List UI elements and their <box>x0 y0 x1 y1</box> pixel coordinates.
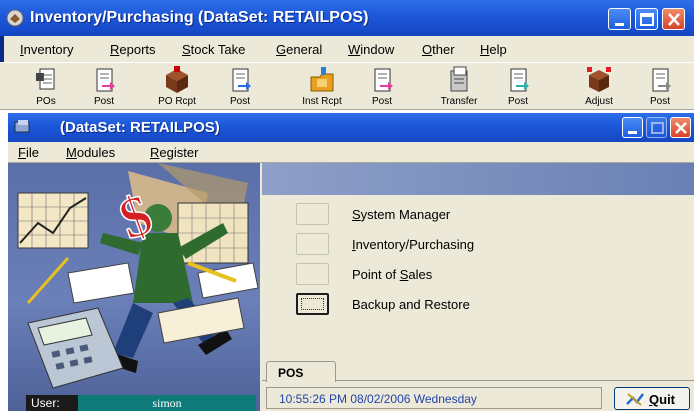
folder-receipt-icon <box>310 67 334 92</box>
status-bar: 10:55:26 PM 08/02/2006 Wednesday Quit <box>262 385 694 411</box>
transfer-icon <box>450 66 468 92</box>
inst-rcpt-button-label: Inst Rcpt <box>302 96 342 107</box>
post-button-3-label: Post <box>371 96 392 107</box>
datetime-display: 10:55:26 PM 08/02/2006 Wednesday <box>266 387 602 409</box>
inner-minimize-button[interactable] <box>622 117 643 138</box>
minimize-button[interactable] <box>608 8 631 30</box>
post-button-3[interactable]: Post <box>360 65 404 109</box>
po-rcpt-button[interactable]: PO Rcpt <box>150 65 204 109</box>
menu-window[interactable]: Window <box>348 42 394 57</box>
outer-window-title: Inventory/Purchasing (DataSet: RETAILPOS… <box>30 9 369 26</box>
quit-label: Quit <box>649 392 676 407</box>
inner-maximize-button[interactable] <box>646 117 667 138</box>
close-button[interactable] <box>662 8 685 30</box>
inner-menu-bar: File Modules Register <box>8 142 694 162</box>
outer-title-bar: Inventory/Purchasing (DataSet: RETAILPOS… <box>0 0 694 36</box>
adjust-button[interactable]: Adjust <box>574 65 624 109</box>
clipart-panel: $ User: simon <box>8 163 260 411</box>
post-document-icon <box>96 68 115 92</box>
post-button-5[interactable]: Post <box>638 65 682 109</box>
transfer-button-label: Transfer <box>440 96 478 107</box>
menu-other[interactable]: Other <box>422 42 455 57</box>
menu-reports[interactable]: Reports <box>110 42 156 57</box>
inner-close-button[interactable] <box>670 117 691 138</box>
user-label: User: <box>26 395 78 411</box>
inner-window-body: $ User: simon System Manager Inventory/P… <box>8 162 694 411</box>
minimize-icon <box>628 131 637 134</box>
close-icon <box>668 13 680 26</box>
menu-stock-take[interactable]: Stock Take <box>182 42 245 57</box>
minimize-icon <box>615 23 624 26</box>
inst-rcpt-button[interactable]: Inst Rcpt <box>294 65 350 109</box>
point-of-sales-label: Point of Sales <box>352 267 433 282</box>
user-strip: User: simon <box>26 395 256 411</box>
quit-icon <box>626 393 644 406</box>
system-manager-button[interactable] <box>296 203 329 225</box>
outer-menu-bar: Inventory Reports Stock Take General Win… <box>0 36 694 62</box>
post-button-4-label: Post <box>507 96 528 107</box>
post-document-icon <box>232 68 251 92</box>
menu-help[interactable]: Help <box>480 42 507 57</box>
maximize-icon <box>651 122 664 134</box>
pos-button[interactable]: POs <box>24 65 68 109</box>
post-button-4[interactable]: Post <box>496 65 540 109</box>
backup-restore-button[interactable] <box>296 293 329 315</box>
point-of-sales-button[interactable] <box>296 263 329 285</box>
user-name: simon <box>78 395 256 411</box>
document-pos-icon <box>36 68 55 90</box>
tab-pos[interactable]: POS <box>266 361 336 382</box>
app-icon <box>6 9 24 27</box>
menu-inventory[interactable]: Inventory <box>20 42 74 57</box>
menu-general[interactable]: General <box>276 42 322 57</box>
maximize-button[interactable] <box>635 8 658 30</box>
inner-title-bar: (DataSet: RETAILPOS) <box>8 113 694 142</box>
inner-window-title: (DataSet: RETAILPOS) <box>60 119 220 136</box>
quit-button[interactable]: Quit <box>614 387 690 410</box>
post-document-icon <box>374 68 393 92</box>
inventory-purchasing-button[interactable] <box>296 233 329 255</box>
po-rcpt-button-label: PO Rcpt <box>158 96 196 107</box>
post-document-icon <box>652 68 671 92</box>
post-button-2[interactable]: Post <box>218 65 262 109</box>
close-icon <box>675 122 687 134</box>
menu-modules[interactable]: Modules <box>66 145 115 160</box>
header-band <box>262 163 694 195</box>
system-manager-label: System Manager <box>352 207 451 222</box>
pos-button-label: POs <box>36 96 56 107</box>
post-document-icon <box>510 68 529 92</box>
backup-restore-label: Backup and Restore <box>352 297 470 312</box>
menu-file[interactable]: File <box>18 145 39 160</box>
finance-clipart-icon: $ <box>17 163 259 389</box>
transfer-button[interactable]: Transfer <box>432 65 486 109</box>
system-menu-icon[interactable] <box>14 119 32 135</box>
adjust-box-icon <box>587 67 611 92</box>
menu-register[interactable]: Register <box>150 145 198 160</box>
post-button-5-label: Post <box>649 96 670 107</box>
adjust-button-label: Adjust <box>585 96 613 107</box>
maximize-icon <box>640 13 654 26</box>
tab-strip: POS <box>262 359 694 382</box>
post-button-1-label: Post <box>93 96 114 107</box>
post-button-1[interactable]: Post <box>82 65 126 109</box>
box-receipt-icon <box>166 66 188 93</box>
inventory-purchasing-label: Inventory/Purchasing <box>352 237 475 252</box>
toolbar: POs Post PO Rcpt Post Inst Rcpt Post Tra… <box>0 62 694 110</box>
post-button-2-label: Post <box>229 96 250 107</box>
